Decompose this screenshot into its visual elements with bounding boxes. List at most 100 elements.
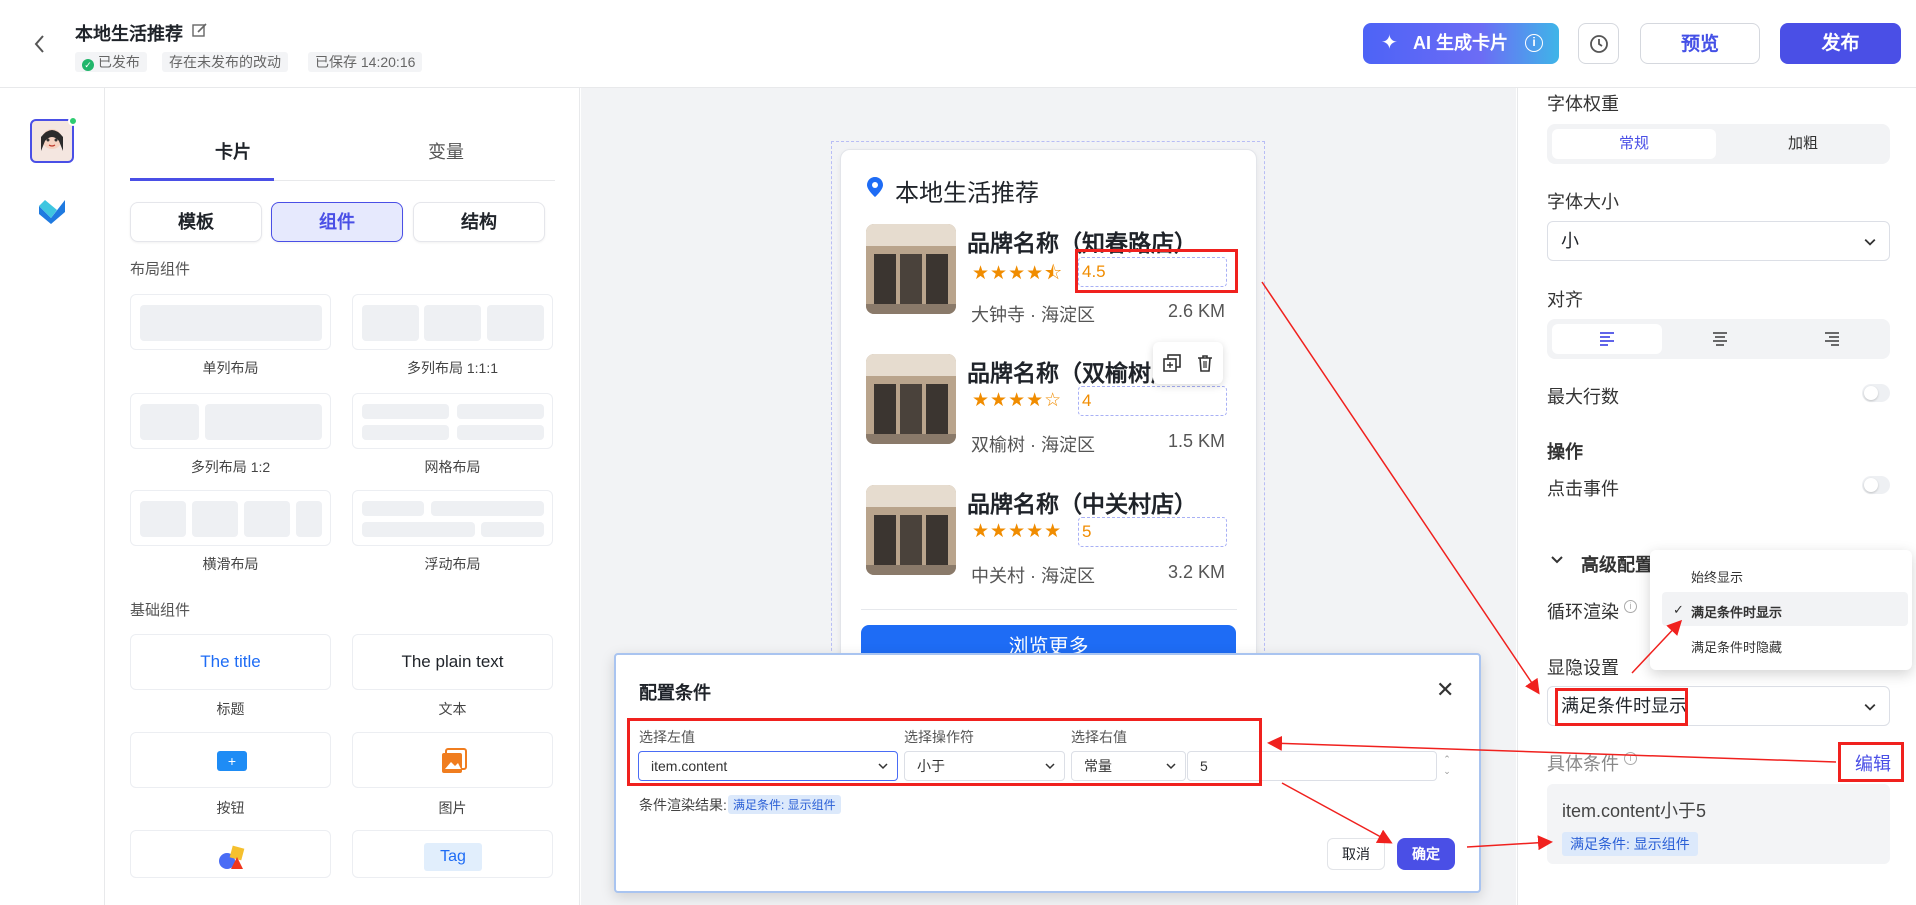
info-icon[interactable]: i: [1525, 34, 1543, 52]
shape-component-card[interactable]: [130, 830, 331, 878]
dialog-title: 配置条件: [639, 683, 711, 703]
click-event-label: 点击事件: [1547, 479, 1619, 499]
page-title: 本地生活推荐: [75, 24, 183, 44]
element-toolbar: [1153, 342, 1223, 384]
edit-title-icon[interactable]: [192, 22, 208, 38]
check-icon: ✓: [1673, 602, 1684, 617]
component-label: 按钮: [216, 800, 245, 816]
store-address: 双榆树 · 海淀区: [971, 435, 1095, 455]
preview-divider: [861, 609, 1237, 610]
cancel-button[interactable]: 取消: [1327, 838, 1385, 870]
condition-badge: 满足条件: 显示组件: [1562, 832, 1698, 856]
title-component-card[interactable]: The title: [130, 634, 331, 690]
segment-templates[interactable]: 模板: [130, 202, 262, 242]
confirm-button[interactable]: 确定: [1397, 838, 1455, 870]
font-size-select[interactable]: 小: [1547, 221, 1890, 261]
store-thumbnail: [866, 354, 956, 444]
tab-active-indicator: [130, 178, 274, 181]
history-button[interactable]: [1578, 23, 1619, 64]
font-size-value: 小: [1561, 231, 1579, 251]
preview-button[interactable]: 预览: [1640, 23, 1760, 64]
collapse-chevron-icon[interactable]: [1549, 552, 1565, 573]
duplicate-icon[interactable]: [1162, 353, 1182, 373]
tag-component-card[interactable]: Tag: [352, 830, 553, 878]
tag-component-sample: Tag: [424, 843, 482, 871]
dropdown-option-always[interactable]: 始终显示: [1691, 567, 1743, 586]
button-component-icon: +: [217, 751, 247, 771]
app-logo-icon[interactable]: [35, 192, 69, 226]
visibility-label: 显隐设置: [1547, 658, 1619, 678]
top-bar: [0, 0, 1916, 88]
result-label: 条件渲染结果:: [639, 797, 727, 813]
single-column-layout-card[interactable]: [130, 294, 331, 350]
align-center-icon[interactable]: [1665, 324, 1775, 354]
chevron-down-icon: [1864, 238, 1876, 246]
rating-value[interactable]: 4: [1078, 386, 1227, 416]
segment-components[interactable]: 组件: [271, 202, 403, 242]
saved-status-badge: 已保存 14:20:16: [308, 52, 423, 72]
component-label: 图片: [438, 800, 467, 816]
font-weight-label: 字体权重: [1547, 94, 1619, 114]
back-arrow-icon[interactable]: [30, 32, 50, 56]
loop-render-label: 循环渲染: [1547, 602, 1619, 622]
component-label: 标题: [216, 701, 245, 717]
ai-generate-button[interactable]: ✦ AI 生成卡片 i: [1363, 23, 1559, 64]
help-icon[interactable]: i: [1624, 752, 1637, 765]
store-address: 中关村 · 海淀区: [971, 566, 1095, 586]
font-weight-toggle: 常规 加粗: [1547, 124, 1890, 164]
store-name: 品牌名称（双榆树店）: [967, 360, 1157, 386]
close-icon[interactable]: ✕: [1436, 677, 1454, 703]
font-weight-regular[interactable]: 常规: [1552, 129, 1716, 159]
location-pin-icon: [866, 176, 884, 198]
result-badge: 满足条件: 显示组件: [728, 795, 841, 814]
align-left-icon[interactable]: [1552, 324, 1662, 354]
align-right-icon[interactable]: [1777, 324, 1887, 354]
help-icon[interactable]: i: [1624, 600, 1637, 613]
published-status-text: 已发布: [97, 54, 140, 70]
floating-layout-card[interactable]: [352, 490, 553, 546]
number-stepper-icon[interactable]: ⌃ ⌄: [1440, 753, 1454, 779]
layout-label: 多列布局 1:1:1: [406, 360, 499, 376]
image-component-icon: [442, 748, 467, 773]
preview-card-title: 本地生活推荐: [895, 180, 1039, 207]
max-lines-label: 最大行数: [1547, 387, 1619, 407]
rating-value[interactable]: 5: [1078, 517, 1227, 547]
font-size-label: 字体大小: [1547, 192, 1619, 212]
rating-stars: ★★★★⯪: [972, 263, 1064, 284]
store-thumbnail: [866, 224, 956, 314]
layout-label: 多列布局 1:2: [190, 459, 271, 475]
store-distance: 1.5 KM: [1167, 431, 1225, 451]
dropdown-option-show-if[interactable]: 满足条件时显示: [1691, 602, 1782, 621]
history-icon: [1590, 35, 1608, 53]
store-name: 品牌名称（中关村店）: [967, 491, 1197, 517]
segment-structure[interactable]: 结构: [413, 202, 545, 242]
layout-section-title: 布局组件: [130, 261, 191, 278]
layout-label: 浮动布局: [424, 556, 481, 572]
ai-generate-label: AI 生成卡片: [1413, 33, 1509, 53]
published-status-badge: ✓ 已发布: [75, 52, 147, 72]
delete-icon[interactable]: [1195, 353, 1215, 373]
image-component-card[interactable]: [352, 732, 553, 788]
grid-layout-card[interactable]: [352, 393, 553, 449]
multi-column-12-layout-card[interactable]: [130, 393, 331, 449]
dropdown-option-hide-if[interactable]: 满足条件时隐藏: [1691, 637, 1782, 656]
tab-card[interactable]: 卡片: [163, 138, 303, 164]
align-label: 对齐: [1547, 290, 1583, 310]
advanced-section-title[interactable]: 高级配置: [1581, 551, 1653, 577]
text-component-card[interactable]: The plain text: [352, 634, 553, 690]
component-label: 文本: [438, 701, 467, 717]
font-weight-bold[interactable]: 加粗: [1721, 129, 1885, 159]
tab-variables[interactable]: 变量: [376, 138, 516, 164]
horizontal-scroll-layout-card[interactable]: [130, 490, 331, 546]
publish-button[interactable]: 发布: [1780, 23, 1901, 64]
action-section-title: 操作: [1547, 442, 1583, 462]
avatar[interactable]: [30, 119, 74, 163]
chevron-down-icon: [1864, 703, 1876, 711]
max-lines-toggle[interactable]: [1862, 384, 1890, 402]
layout-label: 单列布局: [202, 360, 259, 376]
align-toggle: [1547, 319, 1890, 359]
click-event-toggle[interactable]: [1862, 476, 1890, 494]
check-circle-icon: ✓: [82, 59, 94, 71]
button-component-card[interactable]: +: [130, 732, 331, 788]
multi-column-111-layout-card[interactable]: [352, 294, 553, 350]
